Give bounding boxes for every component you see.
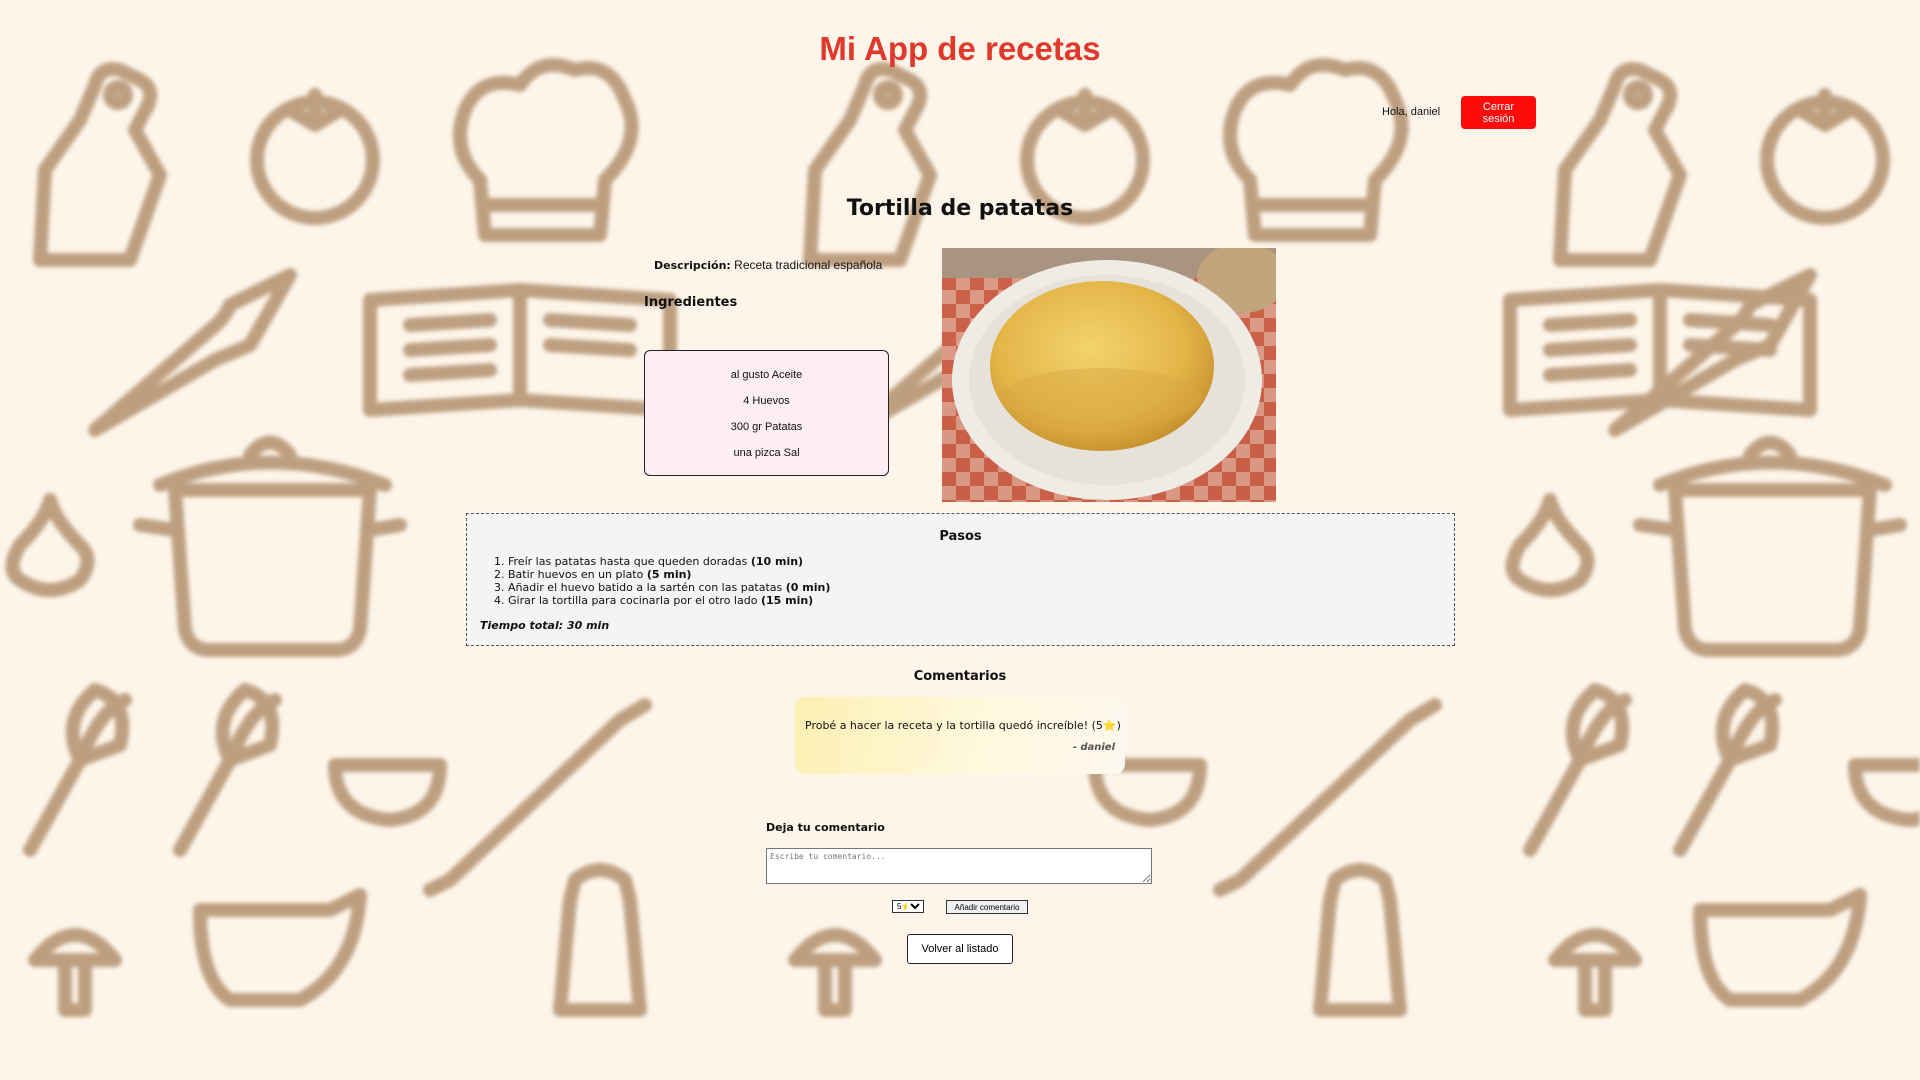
description-label: Descripción:	[654, 259, 731, 272]
rating-select[interactable]: 5⭐	[892, 900, 924, 913]
steps-title: Pasos	[939, 529, 982, 544]
page-content: Mi App de recetas Hola, daniel Cerrar se…	[0, 0, 1920, 1080]
comment-text: Probé a hacer la receta y la tortilla qu…	[805, 719, 1121, 732]
ingredient-item: 4 Huevos	[743, 395, 790, 407]
step-item: Añadir el huevo batido a la sartén con l…	[508, 581, 830, 594]
app-title: Mi App de recetas	[819, 30, 1101, 67]
add-comment-button[interactable]: Añadir comentario	[946, 900, 1028, 914]
back-to-list-button[interactable]: Volver al listado	[907, 934, 1013, 964]
step-text: Freír las patatas hasta que queden dorad…	[508, 555, 748, 568]
comment-input[interactable]	[766, 848, 1152, 884]
step-item: Freír las patatas hasta que queden dorad…	[508, 555, 830, 568]
ingredient-item: al gusto Aceite	[730, 369, 803, 381]
ingredients-list: al gusto Aceite 4 Huevos 300 gr Patatas …	[644, 350, 889, 476]
comment-card: Probé a hacer la receta y la tortilla qu…	[795, 697, 1125, 774]
steps-section: Pasos Freír las patatas hasta que queden…	[466, 513, 1455, 646]
recipe-title: Tortilla de patatas	[846, 196, 1074, 221]
user-greeting: Hola, daniel	[1382, 106, 1441, 118]
step-time: (15 min)	[760, 594, 814, 607]
steps-list: Freír las patatas hasta que queden dorad…	[492, 555, 830, 607]
logout-button[interactable]: Cerrar sesión	[1461, 96, 1536, 129]
comment-author: - daniel	[1072, 742, 1115, 753]
step-item: Girar la tortilla para cocinarla por el …	[508, 594, 830, 607]
description-text: Receta tradicional española	[734, 258, 883, 272]
step-time: (0 min)	[785, 581, 831, 594]
recipe-description: Descripción: Receta tradicional española	[654, 258, 882, 272]
ingredient-item: una pizca Sal	[733, 447, 800, 459]
step-time: (10 min)	[750, 555, 804, 568]
step-text: Batir huevos en un plato	[508, 568, 644, 581]
step-text: Añadir el huevo batido a la sartén con l…	[508, 581, 783, 594]
comments-title: Comentarios	[913, 669, 1007, 684]
ingredient-item: 300 gr Patatas	[730, 421, 803, 433]
leave-comment-title: Deja tu comentario	[766, 821, 885, 834]
step-time: (5 min)	[646, 568, 692, 581]
step-item: Batir huevos en un plato (5 min)	[508, 568, 830, 581]
ingredients-title: Ingredientes	[644, 295, 738, 310]
step-text: Girar la tortilla para cocinarla por el …	[508, 594, 758, 607]
recipe-photo	[942, 248, 1276, 502]
total-time: Tiempo total: 30 min	[480, 619, 610, 632]
